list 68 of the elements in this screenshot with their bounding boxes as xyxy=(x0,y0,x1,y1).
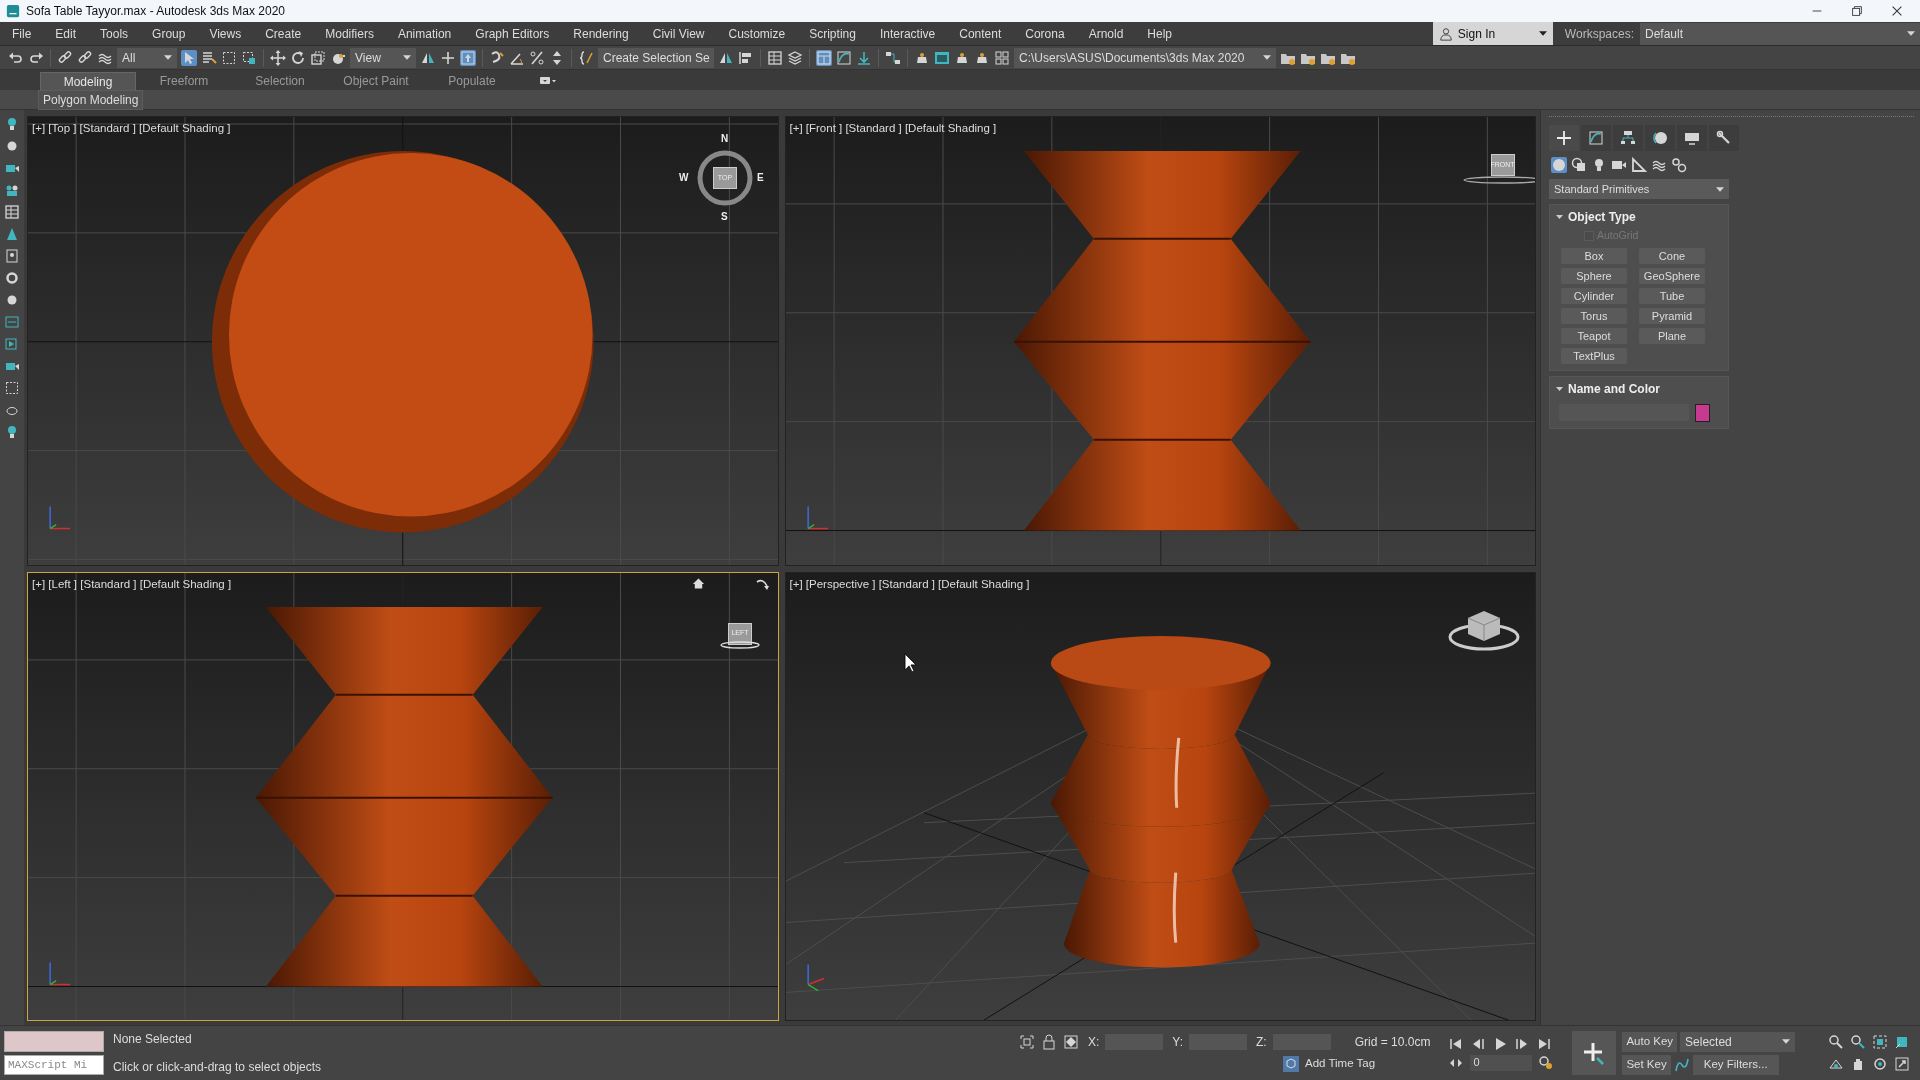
menu-item[interactable]: Create xyxy=(253,24,314,43)
primitive-button[interactable]: Pyramid xyxy=(1639,307,1705,324)
viewport-label[interactable]: [+] [Perspective ] [Standard ] [Default Shading ] xyxy=(789,575,1030,593)
compass-letter: N xyxy=(721,134,729,144)
compass-letter: S xyxy=(721,212,728,222)
menu-item[interactable]: Civil View xyxy=(640,24,717,43)
menu-item[interactable]: Edit xyxy=(43,24,89,43)
primitive-button[interactable]: Tube xyxy=(1639,287,1705,304)
menu-item[interactable]: Graph Editors xyxy=(463,24,562,43)
prompt-text: Click or click-and-drag to select objects xyxy=(113,1059,323,1076)
menu-item[interactable]: Animation xyxy=(385,24,464,43)
menu-item[interactable]: Views xyxy=(197,24,254,43)
grid-size-text: Grid = 10.0cm xyxy=(1354,1033,1431,1051)
coordinate-label: X: xyxy=(1088,1033,1100,1051)
frame-field[interactable]: 0 xyxy=(1470,1054,1533,1071)
menu-item[interactable]: Arnold xyxy=(1076,24,1136,43)
primitive-button[interactable]: Box xyxy=(1561,247,1627,264)
menu-item[interactable]: Modifiers xyxy=(313,24,386,43)
ribbon-tab[interactable]: Selection xyxy=(232,72,328,90)
viewport-label[interactable]: [+] [Left ] [Standard ] [Default Shading ] xyxy=(32,575,232,593)
viewport-label[interactable]: [+] [Top ] [Standard ] [Default Shading ] xyxy=(32,120,231,138)
primitive-button[interactable]: TextPlus xyxy=(1561,347,1627,364)
ribbon-tab[interactable]: Freeform xyxy=(136,72,232,90)
menu-item[interactable]: Scripting xyxy=(797,24,868,43)
listener-input-field[interactable]: MAXScript Mi xyxy=(4,1055,104,1075)
rollout-title[interactable]: Name and Color xyxy=(1568,379,1660,398)
primitive-button[interactable]: Cone xyxy=(1639,247,1705,264)
primitive-button[interactable]: Torus xyxy=(1561,307,1627,324)
menu-item[interactable]: Group xyxy=(140,24,198,43)
menu-item[interactable]: Content xyxy=(947,24,1014,43)
set-key-button[interactable]: Set Key xyxy=(1622,1054,1671,1075)
selection-status: None Selected xyxy=(113,1031,193,1048)
workspaces-label: Workspaces: xyxy=(1563,25,1635,43)
menu-item[interactable]: Rendering xyxy=(561,24,641,43)
coordinate-label: Z: xyxy=(1256,1033,1267,1051)
rollout-title[interactable]: Object Type xyxy=(1568,208,1636,226)
menu-item[interactable]: Tools xyxy=(88,24,141,43)
reference-coordinate-dropdown[interactable]: View xyxy=(350,47,416,68)
menu-item[interactable]: Customize xyxy=(716,24,798,43)
menu-item[interactable]: Corona xyxy=(1013,24,1077,43)
auto-key-button[interactable]: Auto Key xyxy=(1622,1031,1678,1052)
compass-letter: W xyxy=(679,173,689,183)
compass-letter: E xyxy=(757,173,764,183)
key-mode-dropdown[interactable]: Selected xyxy=(1680,1031,1796,1052)
add-time-tag-button[interactable]: Add Time Tag xyxy=(1279,1053,1380,1074)
primitive-button[interactable]: Teapot xyxy=(1561,327,1627,344)
named-selection-dropdown[interactable]: Create Selection Se xyxy=(598,47,714,68)
primitive-button[interactable]: Cylinder xyxy=(1561,287,1627,304)
primitive-button[interactable]: Sphere xyxy=(1561,267,1627,284)
ribbon-tab[interactable]: Modeling xyxy=(40,72,136,90)
selection-filter-dropdown[interactable]: All xyxy=(117,47,177,68)
workspace-dropdown[interactable]: Default xyxy=(1640,22,1920,45)
viewport-label[interactable]: [+] [Front ] [Standard ] [Default Shading ] xyxy=(789,120,997,138)
primitive-button[interactable]: Plane xyxy=(1639,327,1705,344)
sign-in-button[interactable]: Sign In xyxy=(1432,22,1553,45)
ribbon-panel-title[interactable]: Polygon Modeling xyxy=(38,89,144,110)
project-folder-dropdown[interactable]: C:\Users\ASUS\Documents\3ds Max 2020 xyxy=(1014,47,1276,68)
menu-item[interactable]: File xyxy=(0,24,44,43)
menu-item[interactable]: Interactive xyxy=(867,24,948,43)
object-category-dropdown[interactable]: Standard Primitives xyxy=(1549,179,1729,199)
viewport[interactable]: [+] [Perspective ] [Standard ] [Default Shading ] xyxy=(784,571,1536,1021)
primitive-button[interactable]: GeoSphere xyxy=(1639,267,1705,284)
window-title: Sofa Table Tayyor.max - Autodesk 3ds Max 2020 xyxy=(26,3,286,20)
coordinate-label: Y: xyxy=(1172,1033,1184,1051)
ribbon-tab[interactable]: Populate xyxy=(424,72,520,90)
menu-item[interactable]: Help xyxy=(1135,24,1184,43)
key-filters-button[interactable]: Key Filters... xyxy=(1692,1054,1779,1075)
ribbon-tab[interactable]: Object Paint xyxy=(328,72,424,90)
